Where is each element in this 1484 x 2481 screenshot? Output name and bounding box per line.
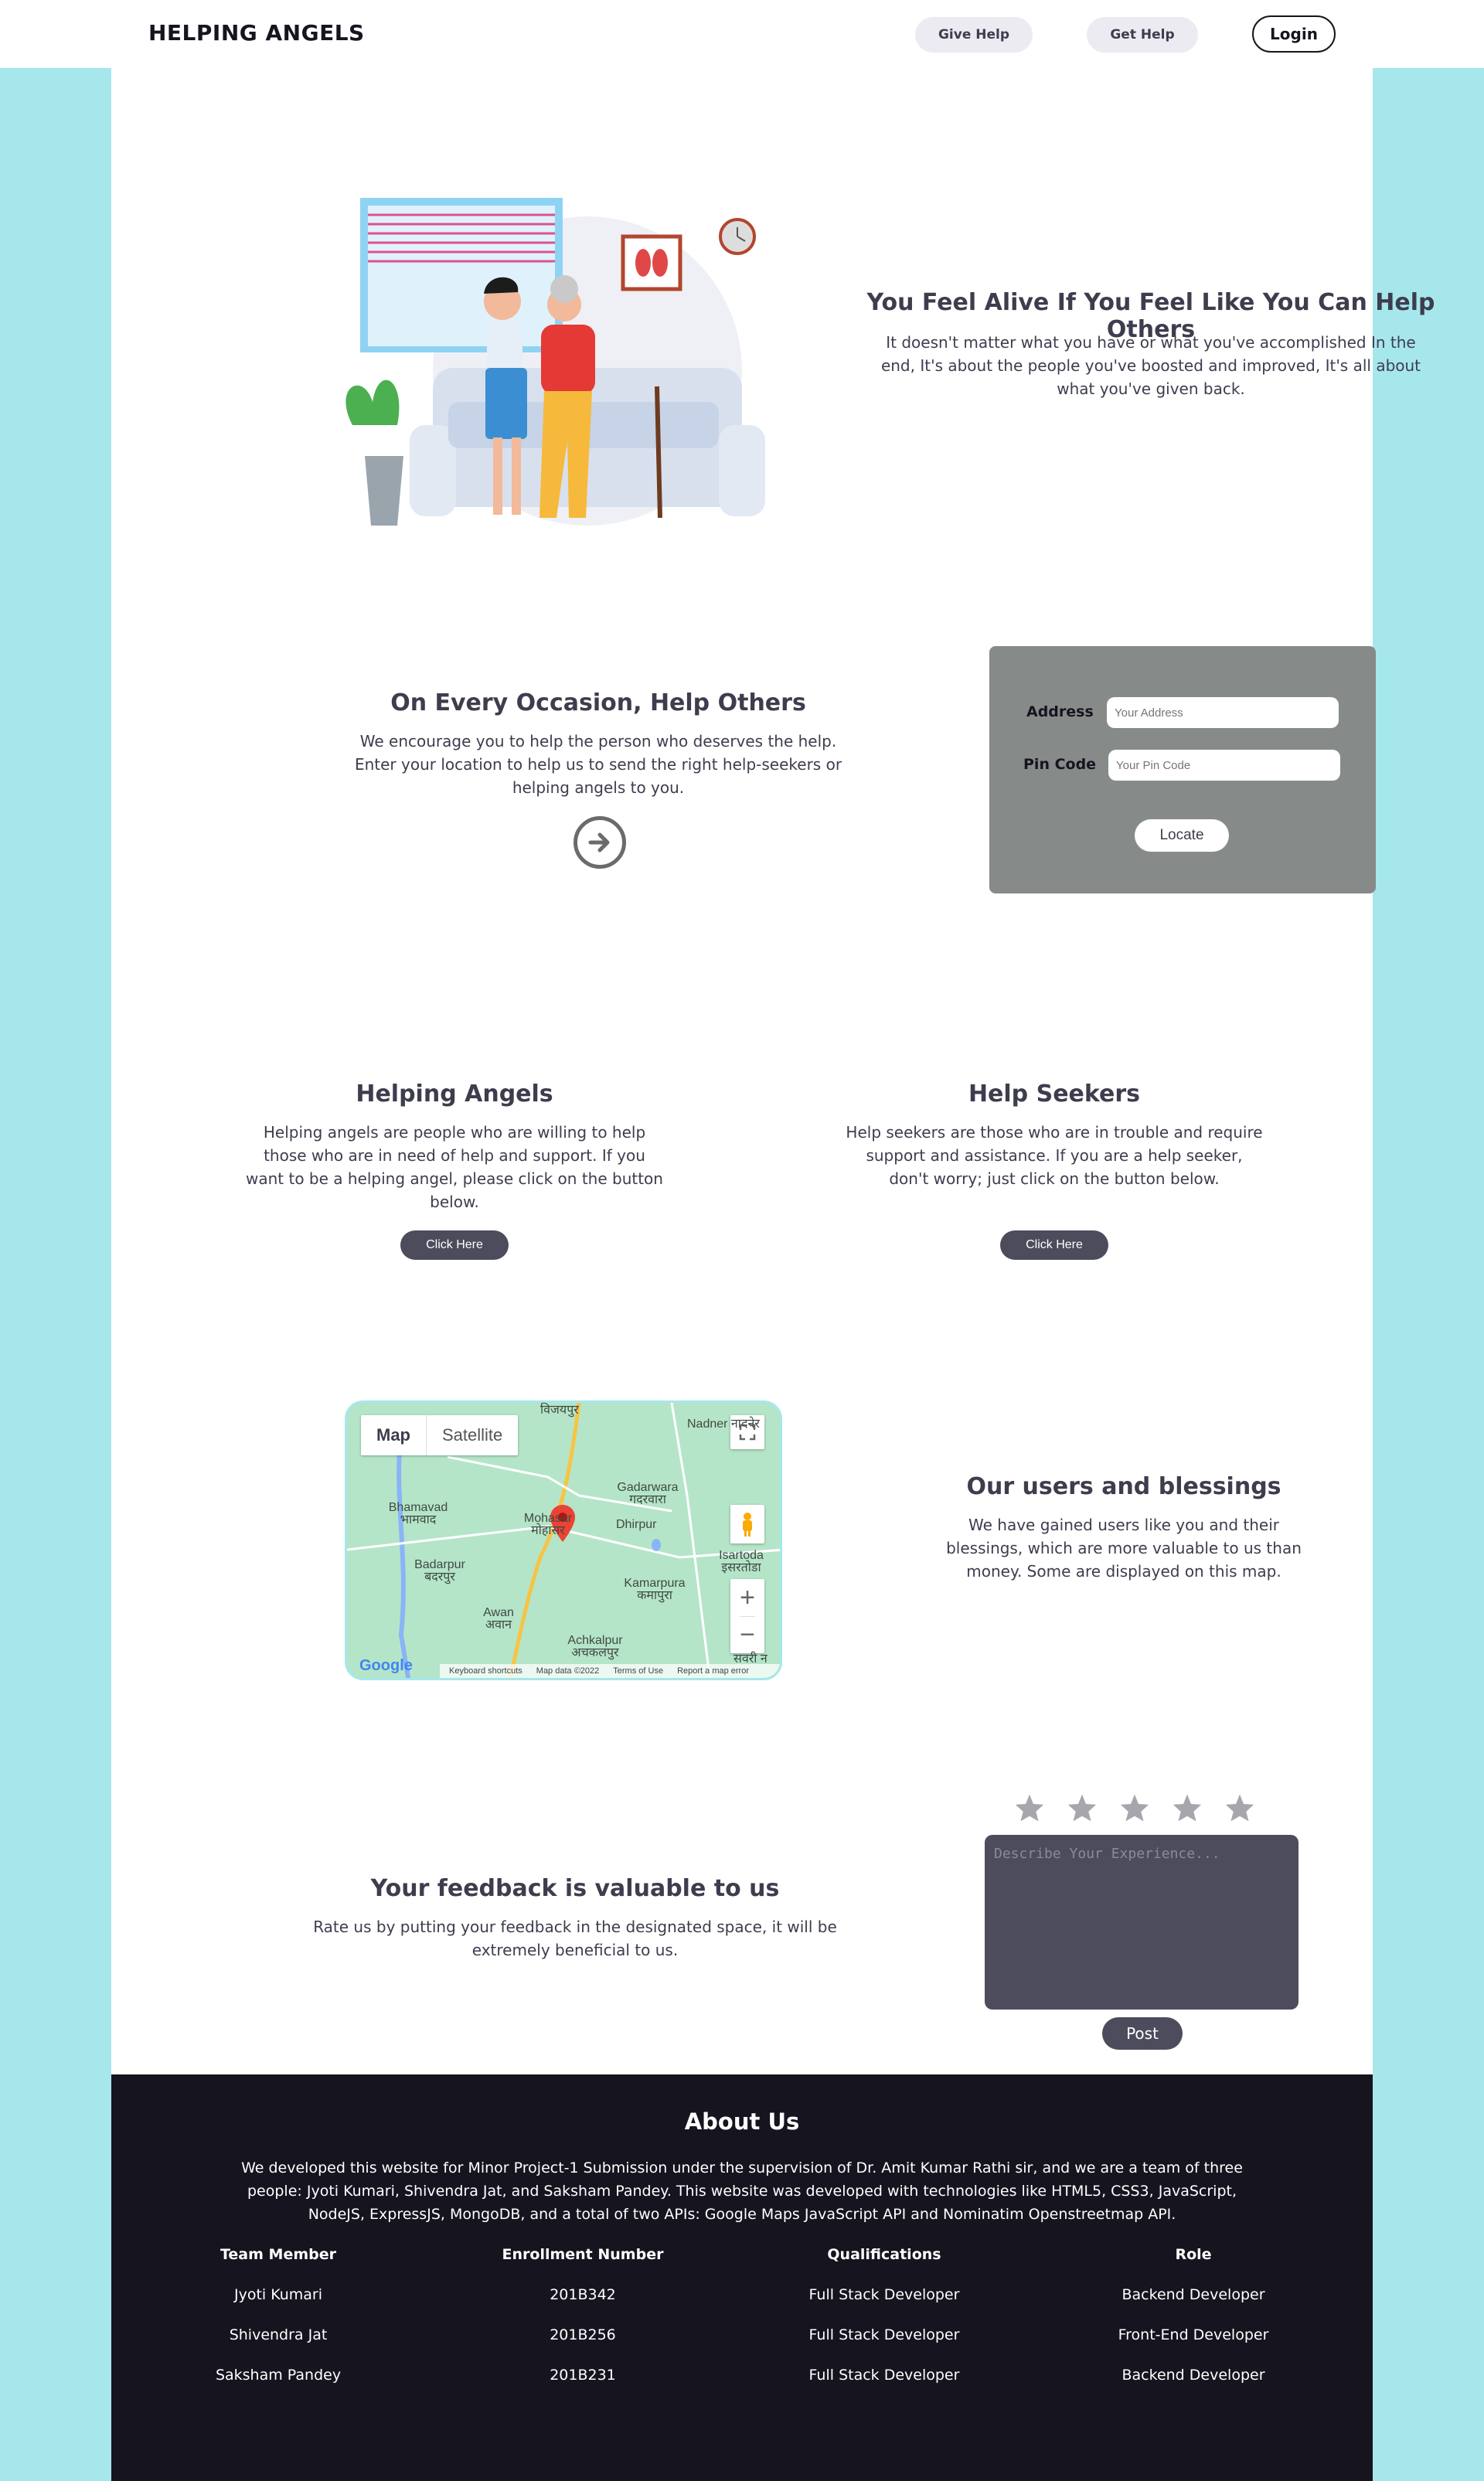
helping-angels-title: Helping Angels <box>356 1081 553 1108</box>
column-header: Team Member <box>220 2246 336 2263</box>
map-footer: Keyboard shortcuts Map data ©2022 Terms … <box>440 1664 780 1678</box>
column-header: Enrollment Number <box>502 2246 664 2263</box>
get-help-button[interactable]: Get Help <box>1087 17 1198 53</box>
map-tab[interactable]: Map <box>361 1415 426 1455</box>
feedback-text: Rate us by putting your feedback in the … <box>313 1918 837 1959</box>
team-table-header: Team Member Enrollment Number Qualificat… <box>111 2246 1373 2269</box>
occasion-text: We encourage you to help the person who … <box>354 732 842 797</box>
post-button[interactable]: Post <box>1102 2017 1183 2050</box>
map-place-label: Mohasar मोहासर <box>523 1512 573 1537</box>
report-error-link[interactable]: Report a map error <box>677 1666 749 1676</box>
satellite-tab[interactable]: Satellite <box>426 1415 518 1455</box>
table-cell: Full Stack Developer <box>808 2326 960 2343</box>
brand-logo-text[interactable]: HELPING ANGELS <box>148 20 365 46</box>
table-cell: Jyoti Kumari <box>233 2286 323 2303</box>
column-header: Qualifications <box>827 2246 941 2263</box>
map-place-label: विजयपुर <box>540 1404 579 1417</box>
google-map[interactable]: Map Satellite + − विजयपुर Nadner नादनेर … <box>345 1400 782 1680</box>
zoom-out-icon[interactable]: − <box>740 1616 755 1653</box>
locate-form: Address Pin Code Locate <box>989 646 1376 893</box>
arrow-right-button[interactable] <box>574 816 626 869</box>
users-title: Our users and blessings <box>966 1473 1281 1500</box>
map-place-label: Kamarpura कमापुरा <box>624 1577 686 1602</box>
map-data-text: Map data ©2022 <box>536 1666 600 1676</box>
map-place-label: Badarpur बदरपुर <box>414 1558 465 1584</box>
address-input[interactable] <box>1107 697 1339 728</box>
feedback-textarea[interactable]: Describe Your Experience... <box>985 1835 1298 2010</box>
users-text: We have gained users like you and their … <box>946 1516 1302 1581</box>
help-seekers-button[interactable]: Click Here <box>1000 1230 1108 1260</box>
map-place-label: Isartoda इसरतोडा <box>719 1549 764 1574</box>
about-us-footer: About Us We developed this website for M… <box>111 2074 1373 2481</box>
helping-angels-text: Helping angels are people who are willin… <box>246 1123 663 1211</box>
about-us-text: We developed this website for Minor Proj… <box>241 2159 1243 2223</box>
address-label: Address <box>1026 703 1094 720</box>
map-type-control: Map Satellite <box>361 1415 519 1455</box>
table-cell: Backend Developer <box>1122 2367 1265 2384</box>
google-logo: Google <box>359 1657 413 1674</box>
hero-illustration <box>345 198 765 526</box>
feedback-title: Your feedback is valuable to us <box>370 1875 780 1902</box>
table-row: Shivendra Jat 201B256 Full Stack Develop… <box>111 2326 1373 2350</box>
table-cell: Backend Developer <box>1122 2286 1265 2303</box>
keyboard-shortcuts-link[interactable]: Keyboard shortcuts <box>449 1666 522 1676</box>
pincode-label: Pin Code <box>1023 756 1097 773</box>
table-cell: Front-End Developer <box>1118 2326 1269 2343</box>
table-cell: 201B231 <box>550 2367 616 2384</box>
table-cell: Full Stack Developer <box>808 2286 960 2303</box>
arrow-right-icon <box>588 832 610 853</box>
table-cell: Shivendra Jat <box>229 2326 328 2343</box>
table-cell: 201B342 <box>550 2286 616 2303</box>
map-place-label: Dhirpur <box>616 1518 657 1531</box>
street-view-pegman-icon[interactable] <box>730 1505 764 1543</box>
table-cell: 201B256 <box>550 2326 616 2343</box>
map-place-label: Awan अवान <box>483 1606 514 1632</box>
map-place-label: Achkalpur अचकलपुर <box>567 1634 623 1659</box>
top-navbar: HELPING ANGELS Give Help Get Help Login <box>0 0 1484 68</box>
table-row: Jyoti Kumari 201B342 Full Stack Develope… <box>111 2286 1373 2309</box>
login-button[interactable]: Login <box>1252 15 1336 53</box>
main-content: You Feel Alive If You Feel Like You Can … <box>111 68 1435 2074</box>
occasion-title: On Every Occasion, Help Others <box>390 689 806 716</box>
feedback-placeholder: Describe Your Experience... <box>994 1846 1220 1862</box>
star-icon[interactable] <box>1119 1793 1150 1822</box>
map-place-label: Bhamavad भामवाद <box>388 1501 448 1526</box>
star-icon[interactable] <box>1067 1793 1098 1822</box>
help-seekers-title: Help Seekers <box>968 1081 1141 1108</box>
table-row: Saksham Pandey 201B231 Full Stack Develo… <box>111 2367 1373 2390</box>
map-place-label: Nadner नादनेर <box>687 1417 760 1431</box>
map-place-label: Gadarwara गदरवारा <box>617 1481 679 1506</box>
star-rating <box>1014 1793 1255 1822</box>
help-seekers-text: Help seekers are those who are in troubl… <box>846 1123 1263 1188</box>
about-us-title: About Us <box>684 2108 800 2135</box>
column-header: Role <box>1175 2246 1212 2263</box>
pincode-input[interactable] <box>1108 750 1340 781</box>
terms-link[interactable]: Terms of Use <box>613 1666 663 1676</box>
table-cell: Full Stack Developer <box>808 2367 960 2384</box>
star-icon[interactable] <box>1224 1793 1255 1822</box>
zoom-control: + − <box>730 1579 764 1653</box>
zoom-in-icon[interactable]: + <box>740 1579 755 1616</box>
helping-angels-button[interactable]: Click Here <box>400 1230 509 1260</box>
hero-text: It doesn't matter what you have or what … <box>880 333 1421 398</box>
locate-button[interactable]: Locate <box>1135 819 1229 852</box>
give-help-button[interactable]: Give Help <box>915 17 1033 53</box>
star-icon[interactable] <box>1014 1793 1045 1822</box>
star-icon[interactable] <box>1172 1793 1203 1822</box>
table-cell: Saksham Pandey <box>215 2367 342 2384</box>
